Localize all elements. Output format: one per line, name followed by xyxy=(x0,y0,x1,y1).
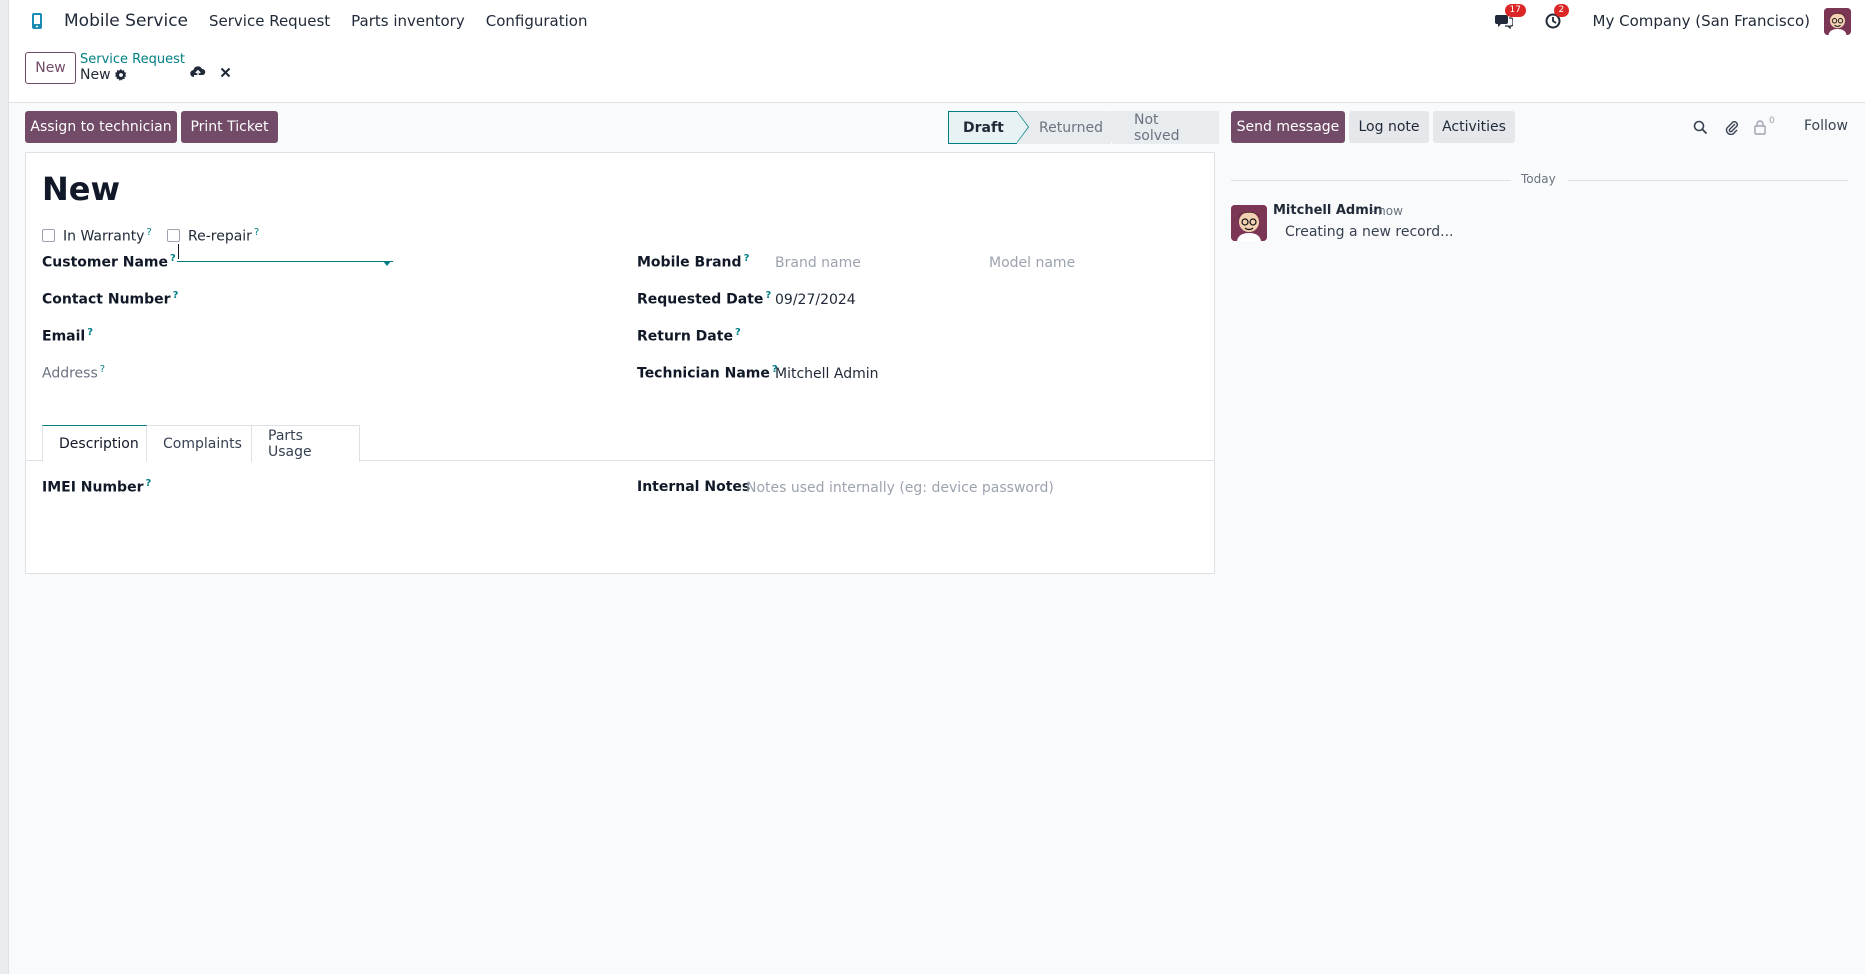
message-body: Creating a new record... xyxy=(1285,224,1454,240)
status-bar: Draft Returned Not solved xyxy=(948,111,1219,144)
followers-lock-icon[interactable] xyxy=(1752,119,1768,135)
in-warranty-checkbox[interactable]: In Warranty? xyxy=(42,227,152,245)
control-panel: New Service Request New xyxy=(9,42,1865,103)
messages-badge: 17 xyxy=(1504,4,1526,17)
activities-badge: 2 xyxy=(1553,4,1570,17)
requested-date-input[interactable]: 09/27/2024 xyxy=(775,292,856,308)
separator-line xyxy=(1568,180,1848,181)
left-edge-strip xyxy=(0,0,9,974)
message-author-avatar[interactable] xyxy=(1231,205,1267,241)
log-note-button[interactable]: Log note xyxy=(1349,111,1429,143)
return-date-label: Return Date? xyxy=(637,327,741,345)
print-ticket-button[interactable]: Print Ticket xyxy=(181,111,278,143)
checkbox-box[interactable] xyxy=(42,229,55,243)
company-switcher[interactable]: My Company (San Francisco) xyxy=(1593,12,1810,30)
gear-icon[interactable] xyxy=(114,69,127,81)
stage-returned[interactable]: Returned xyxy=(1017,111,1123,144)
date-separator-label: Today xyxy=(1521,172,1556,186)
help-tooltip-icon[interactable]: ? xyxy=(254,227,259,238)
dropdown-caret-icon[interactable] xyxy=(383,261,391,266)
imei-number-label: IMEI Number? xyxy=(42,478,152,496)
technician-name-label: Technician Name? xyxy=(637,364,778,382)
mobile-app-icon[interactable] xyxy=(27,11,47,31)
user-avatar[interactable] xyxy=(1824,7,1851,35)
text-cursor xyxy=(178,244,179,259)
customer-name-input[interactable] xyxy=(177,240,393,262)
breadcrumb-current-label: New xyxy=(80,67,111,83)
requested-date-label: Requested Date? xyxy=(637,290,772,308)
menu-configuration[interactable]: Configuration xyxy=(486,12,588,30)
mobile-brand-label: Mobile Brand? xyxy=(637,253,750,271)
model-name-input[interactable]: Model name xyxy=(989,255,1075,271)
discard-close-icon[interactable] xyxy=(217,64,233,80)
messaging-menu[interactable]: 17 xyxy=(1493,4,1526,32)
help-tooltip-icon[interactable]: ? xyxy=(146,227,151,238)
app-name[interactable]: Mobile Service xyxy=(64,11,188,31)
brand-name-input[interactable]: Brand name xyxy=(775,255,861,271)
stage-not-solved[interactable]: Not solved xyxy=(1112,111,1219,144)
email-label: Email? xyxy=(42,327,94,345)
activities-button[interactable]: Activities xyxy=(1433,111,1515,143)
address-field[interactable]: Address? xyxy=(42,364,105,382)
record-title[interactable]: New xyxy=(42,170,120,208)
stage-draft[interactable]: Draft xyxy=(948,111,1029,144)
separator-line xyxy=(1231,180,1511,181)
message-author[interactable]: Mitchell Admin xyxy=(1273,203,1382,218)
send-message-button[interactable]: Send message xyxy=(1231,111,1345,143)
tab-parts-usage[interactable]: Parts Usage xyxy=(252,425,360,462)
tab-description[interactable]: Description xyxy=(42,425,147,462)
message-time: - now xyxy=(1370,204,1403,218)
customer-name-label: Customer Name? xyxy=(42,253,176,271)
technician-name-input[interactable]: Mitchell Admin xyxy=(775,366,879,382)
internal-notes-input[interactable]: Notes used internally (eg: device passwo… xyxy=(746,480,1054,496)
breadcrumb-parent[interactable]: Service Request xyxy=(80,52,185,67)
internal-notes-label: Internal Notes xyxy=(637,479,751,495)
in-warranty-label: In Warranty xyxy=(63,228,145,245)
top-navbar: Mobile Service Service Request Parts inv… xyxy=(9,0,1865,42)
navbar-systray: 17 2 My Company (San Francisco) xyxy=(1493,0,1865,42)
assign-to-technician-button[interactable]: Assign to technician xyxy=(25,111,177,143)
date-separator: Today xyxy=(1231,171,1848,191)
save-cloud-icon[interactable] xyxy=(190,64,206,80)
menu-service-request[interactable]: Service Request xyxy=(209,12,330,30)
contact-number-label: Contact Number? xyxy=(42,290,179,308)
search-icon[interactable] xyxy=(1692,119,1708,135)
new-button[interactable]: New xyxy=(25,52,76,84)
menu-parts-inventory[interactable]: Parts inventory xyxy=(351,12,465,30)
follow-button[interactable]: Follow xyxy=(1804,118,1848,134)
form-sheet: New In Warranty? Re-repair? Customer Nam… xyxy=(25,152,1215,574)
paperclip-icon[interactable] xyxy=(1723,119,1739,135)
tab-complaints[interactable]: Complaints xyxy=(147,425,252,462)
followers-count: 0 xyxy=(1769,116,1775,126)
breadcrumb-current: New xyxy=(80,67,127,83)
activity-menu[interactable]: 2 xyxy=(1542,4,1570,32)
notebook-tabs: Description Complaints Parts Usage xyxy=(26,421,1214,462)
